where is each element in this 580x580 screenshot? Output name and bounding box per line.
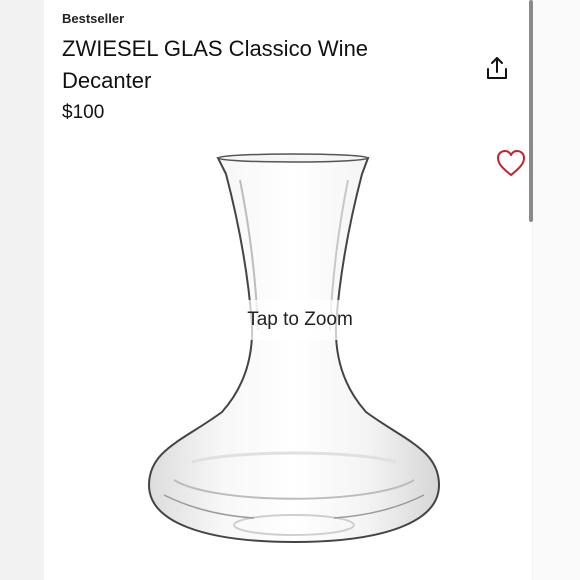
product-price: $100	[62, 102, 105, 123]
tap-to-zoom-label[interactable]: Tap to Zoom	[230, 300, 370, 340]
background-edge	[533, 0, 580, 580]
bestseller-badge: Bestseller	[62, 11, 125, 26]
product-title: ZWIESEL GLAS Classico Wine Decanter	[62, 36, 369, 93]
product-panel: Bestseller ZWIESEL GLAS Classico Wine De…	[44, 0, 532, 580]
scrollbar-thumb[interactable]	[529, 0, 533, 222]
favorite-heart-icon[interactable]	[495, 148, 527, 178]
product-image[interactable]	[104, 150, 484, 580]
share-icon[interactable]	[483, 55, 511, 83]
